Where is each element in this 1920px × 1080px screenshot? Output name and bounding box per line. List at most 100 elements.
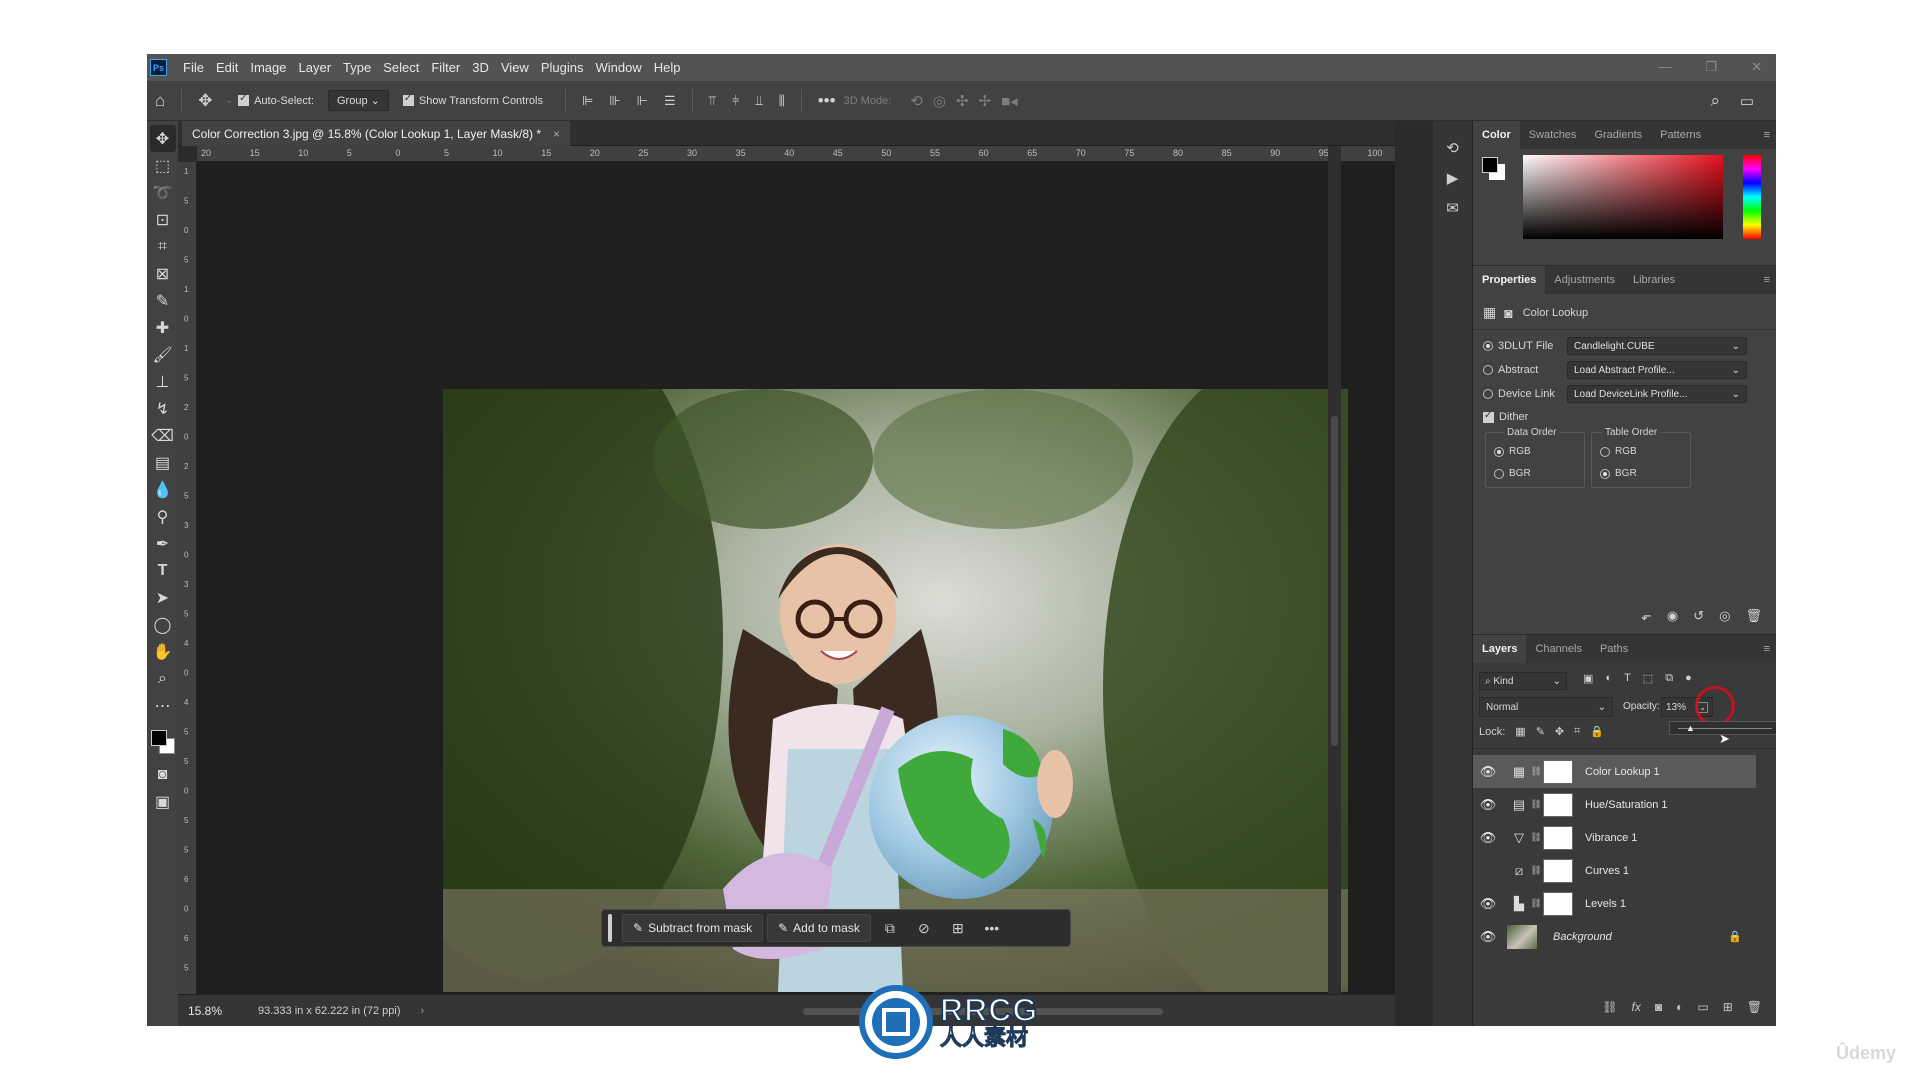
vertical-scroll-thumb[interactable]	[1331, 416, 1338, 746]
hand-tool-icon[interactable]: ✋	[150, 638, 176, 665]
reset-icon[interactable]: ↺	[1693, 608, 1704, 624]
object-select-tool-icon[interactable]: ⊡	[150, 206, 176, 233]
lock-pixels-icon[interactable]: ✎	[1536, 725, 1545, 738]
search-icon[interactable]: ⌕	[1710, 91, 1720, 111]
distribute-vertical-icon[interactable]: ⫼	[779, 93, 785, 109]
view-previous-icon[interactable]: ◉	[1667, 608, 1678, 624]
device-link-dropdown[interactable]: Load DeviceLink Profile... ⌄	[1567, 385, 1747, 403]
path-select-tool-icon[interactable]: ➤	[150, 584, 176, 611]
status-chevron-icon[interactable]: ›	[421, 1005, 425, 1017]
subtract-from-mask-button[interactable]: ✎ Subtract from mask	[622, 914, 764, 942]
panel-menu-icon[interactable]: ≡	[1764, 643, 1770, 655]
menu-select[interactable]: Select	[377, 60, 425, 75]
history-brush-tool-icon[interactable]: ↯	[150, 395, 176, 422]
visibility-eye-icon[interactable]: 👁	[1473, 929, 1503, 945]
color-foreground-swatch[interactable]	[1482, 157, 1498, 173]
align-top-icon[interactable]: ⫪	[709, 93, 716, 109]
lock-all-icon[interactable]: 🔒	[1590, 725, 1604, 738]
visibility-eye-icon[interactable]: 👁	[1473, 764, 1503, 780]
actions-play-icon[interactable]: ▶	[1433, 169, 1472, 187]
vertical-scrollbar[interactable]	[1328, 146, 1341, 994]
foreground-color[interactable]	[150, 730, 167, 746]
new-group-icon[interactable]: ▭	[1697, 1000, 1708, 1014]
visibility-eye-icon[interactable]: 👁	[1473, 797, 1503, 813]
fx-icon[interactable]: fx	[1632, 1000, 1641, 1014]
layer-row-vibrance[interactable]: 👁 ▽ ⛓ Vibrance 1	[1473, 821, 1756, 854]
panel-menu-icon[interactable]: ≡	[1764, 274, 1770, 286]
layer-mask-thumbnail[interactable]	[1543, 858, 1573, 883]
table-order-rgb[interactable]: RGB	[1600, 446, 1637, 457]
new-layer-icon[interactable]: ⊞	[1723, 1000, 1733, 1014]
color-swatches[interactable]	[148, 725, 178, 761]
lut-file-dropdown[interactable]: Candlelight.CUBE ⌄	[1567, 337, 1747, 355]
data-order-rgb[interactable]: RGB	[1494, 446, 1531, 457]
mask-icon[interactable]: ◙	[1504, 305, 1512, 321]
healing-tool-icon[interactable]: ✚	[150, 314, 176, 341]
lock-artboard-icon[interactable]: ⌗	[1574, 725, 1580, 738]
document-tab[interactable]: Color Correction 3.jpg @ 15.8% (Color Lo…	[182, 121, 571, 146]
gradient-tool-icon[interactable]: ▤	[150, 449, 176, 476]
menu-type[interactable]: Type	[337, 60, 377, 75]
menu-image[interactable]: Image	[244, 60, 292, 75]
pen-tool-icon[interactable]: ✒	[150, 530, 176, 557]
vertical-ruler[interactable]: 1505101520253035404550556065	[178, 162, 197, 994]
menu-window[interactable]: Window	[589, 60, 647, 75]
show-transform-checkbox[interactable]: Show Transform Controls	[402, 93, 543, 107]
delete-layer-icon[interactable]: 🗑	[1747, 1000, 1762, 1014]
screen-mode-icon[interactable]: ▣	[150, 788, 176, 815]
distribute-icon[interactable]: ☰	[664, 93, 676, 109]
lock-transparency-icon[interactable]: ▦	[1515, 725, 1525, 738]
menu-view[interactable]: View	[495, 60, 535, 75]
abstract-dropdown[interactable]: Load Abstract Profile... ⌄	[1567, 361, 1747, 379]
adjustment-filter-icon[interactable]: ◐	[1605, 672, 1612, 685]
home-icon[interactable]: ⌂	[155, 91, 165, 111]
tab-channels[interactable]: Channels	[1526, 635, 1590, 663]
mask-options-icon[interactable]: ⊞	[943, 914, 973, 942]
panel-menu-icon[interactable]: ≡	[1764, 129, 1770, 141]
menu-3d[interactable]: 3D	[466, 60, 495, 75]
filter-kind-dropdown[interactable]: ⌕ Kind ⌄	[1479, 672, 1567, 690]
device-link-radio[interactable]: Device Link	[1483, 388, 1555, 400]
marquee-tool-icon[interactable]: ⬚	[150, 152, 176, 179]
table-order-bgr[interactable]: BGR	[1600, 468, 1637, 479]
layer-row-levels[interactable]: 👁 ▙ ⛓ Levels 1	[1473, 887, 1756, 920]
menu-layer[interactable]: Layer	[293, 60, 338, 75]
tab-adjustments[interactable]: Adjustments	[1545, 266, 1624, 294]
layer-mask-thumbnail[interactable]	[1543, 792, 1573, 817]
comments-icon[interactable]: ✉	[1433, 199, 1472, 217]
add-mask-icon[interactable]: ◙	[1655, 1000, 1662, 1014]
stamp-tool-icon[interactable]: ⊥	[150, 368, 176, 395]
hue-slider[interactable]	[1743, 155, 1761, 239]
tab-color[interactable]: Color	[1473, 121, 1520, 149]
ellipse-tool-icon[interactable]: ◯	[150, 611, 176, 638]
type-filter-icon[interactable]: T	[1624, 672, 1631, 685]
menu-edit[interactable]: Edit	[210, 60, 244, 75]
layer-mask-thumbnail[interactable]	[1543, 759, 1573, 784]
minimize-button[interactable]: —	[1658, 59, 1671, 75]
zoom-tool-icon[interactable]: ⌕	[150, 665, 176, 692]
layer-row-curves[interactable]: 👁 ⧄ ⛓ Curves 1	[1473, 854, 1756, 887]
abstract-radio[interactable]: Abstract	[1483, 364, 1538, 376]
invert-mask-icon[interactable]: ⧉	[875, 914, 905, 942]
menu-help[interactable]: Help	[648, 60, 687, 75]
more-icon[interactable]: •••	[977, 914, 1007, 942]
drag-handle[interactable]	[608, 914, 612, 942]
trash-icon[interactable]: 🗑	[1745, 608, 1762, 624]
lut-file-radio[interactable]: 3DLUT File	[1483, 340, 1553, 352]
visibility-icon[interactable]: ◎	[1719, 608, 1730, 624]
pixel-filter-icon[interactable]: ▣	[1583, 672, 1593, 685]
lasso-tool-icon[interactable]: ➰	[150, 179, 176, 206]
align-middle-icon[interactable]: ⫩	[732, 93, 739, 109]
data-order-bgr[interactable]: BGR	[1494, 468, 1531, 479]
layer-mask-thumbnail[interactable]	[1543, 891, 1573, 916]
auto-select-dropdown[interactable]: Group ⌄	[328, 90, 389, 111]
menu-plugins[interactable]: Plugins	[535, 60, 590, 75]
tab-properties[interactable]: Properties	[1473, 266, 1546, 294]
menu-file[interactable]: File	[177, 60, 210, 75]
clip-to-layer-icon[interactable]: ⬐	[1641, 608, 1652, 624]
tab-swatches[interactable]: Swatches	[1520, 121, 1586, 149]
tab-libraries[interactable]: Libraries	[1624, 266, 1684, 294]
align-left-icon[interactable]: ⊫	[582, 93, 593, 109]
color-field[interactable]	[1523, 155, 1723, 239]
align-center-icon[interactable]: ⊪	[609, 93, 620, 109]
